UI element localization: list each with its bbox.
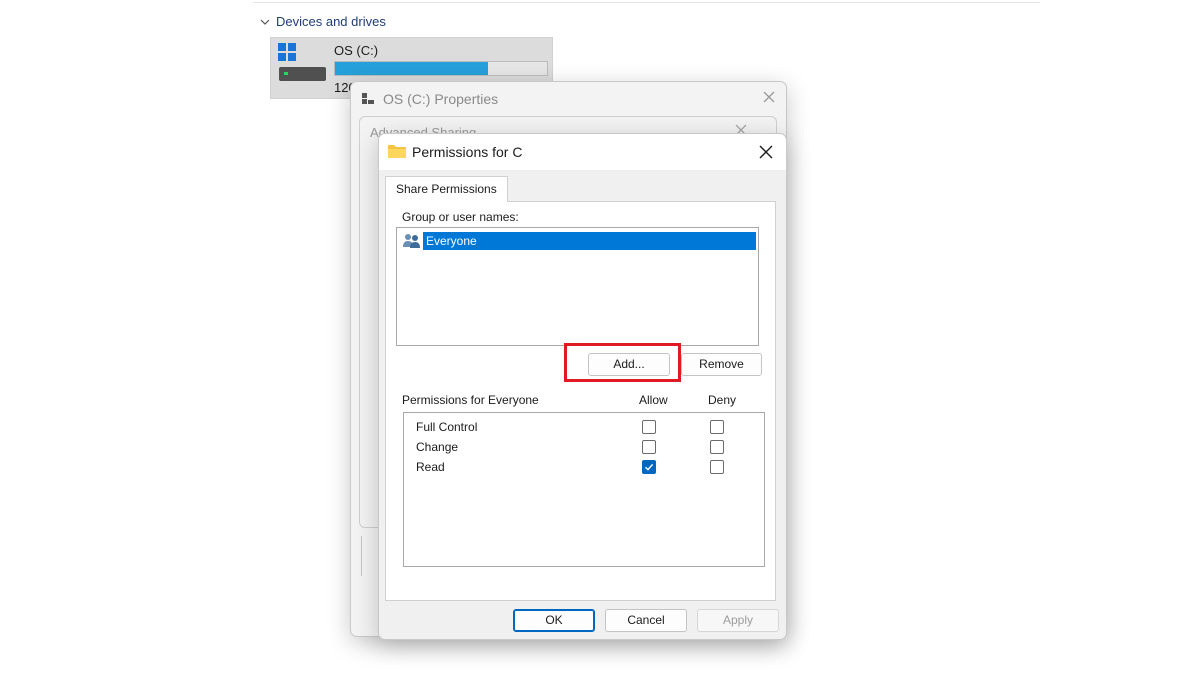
allow-header: Allow <box>639 393 668 407</box>
close-icon[interactable] <box>756 142 776 162</box>
section-label: Devices and drives <box>276 14 386 29</box>
permission-row-change: Change <box>416 438 756 456</box>
permission-row-read: Read <box>416 458 756 476</box>
close-icon[interactable] <box>762 90 776 104</box>
deny-checkbox-full-control[interactable] <box>710 420 724 434</box>
group-label: Group or user names: <box>402 210 519 224</box>
user-listbox[interactable]: Everyone <box>396 227 759 346</box>
dialog-titlebar: Permissions for C <box>379 134 786 170</box>
permission-name: Read <box>416 460 445 474</box>
highlight-box <box>564 343 681 382</box>
drive-small-icon <box>362 93 374 104</box>
deny-header: Deny <box>708 393 737 407</box>
deny-checkbox-read[interactable] <box>710 460 724 474</box>
windows-logo-icon <box>278 43 296 61</box>
drive-icon <box>279 67 326 81</box>
properties-title: OS (C:) Properties <box>383 91 499 107</box>
top-divider <box>253 2 1040 3</box>
devices-drives-header[interactable]: Devices and drives <box>260 14 386 29</box>
apply-button[interactable]: Apply <box>697 609 779 632</box>
permission-row-full-control: Full Control <box>416 418 756 436</box>
drive-usage-bar <box>334 61 548 76</box>
permission-name: Full Control <box>416 420 478 434</box>
allow-checkbox-full-control[interactable] <box>642 420 656 434</box>
drive-name: OS (C:) <box>334 43 379 58</box>
users-group-icon <box>403 234 420 248</box>
permissions-dialog: Permissions for C Share Permissions Grou… <box>378 133 787 640</box>
allow-checkbox-change[interactable] <box>642 440 656 454</box>
allow-checkbox-read[interactable] <box>642 460 656 474</box>
cancel-button[interactable]: Cancel <box>605 609 687 632</box>
dialog-title: Permissions for C <box>412 144 523 160</box>
permissions-listbox: Full Control Change Read <box>403 412 765 567</box>
tab-share-permissions[interactable]: Share Permissions <box>385 176 508 202</box>
deny-checkbox-change[interactable] <box>710 440 724 454</box>
chevron-down-icon <box>260 19 270 25</box>
ok-button[interactable]: OK <box>513 609 595 632</box>
remove-button[interactable]: Remove <box>681 353 762 376</box>
list-item[interactable]: Everyone <box>402 232 756 250</box>
permission-name: Change <box>416 440 459 454</box>
permissions-header: Permissions for Everyone <box>402 393 539 407</box>
drive-usage-fill <box>335 62 488 75</box>
user-name-everyone: Everyone <box>423 232 756 250</box>
properties-edge <box>361 536 379 576</box>
folder-icon <box>388 145 406 158</box>
